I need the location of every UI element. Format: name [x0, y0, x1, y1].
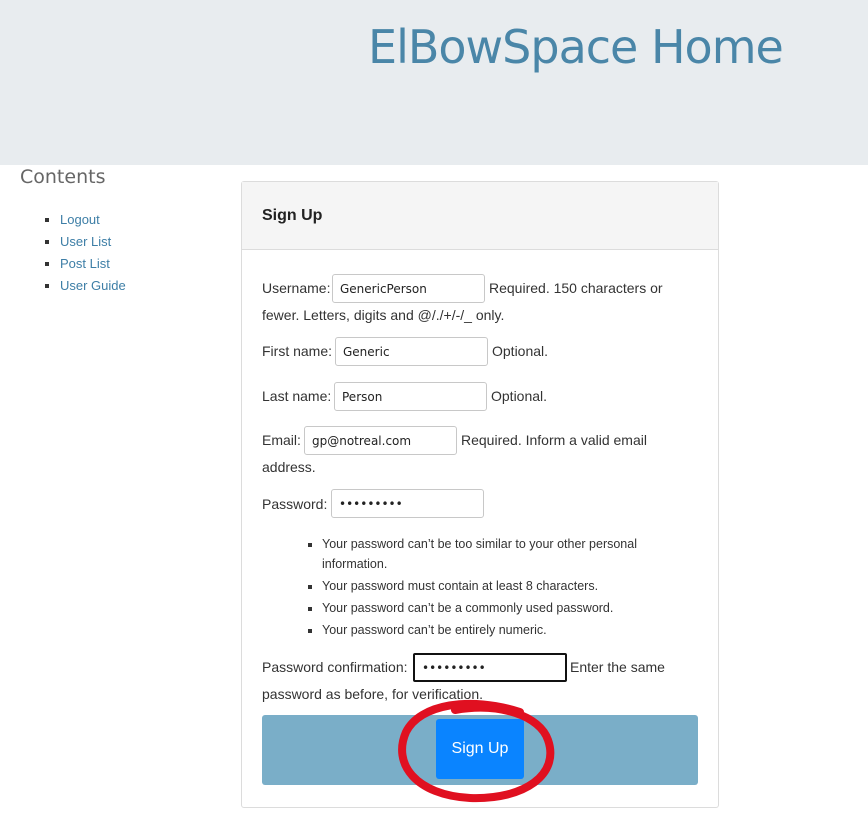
email-label: Email: — [262, 432, 301, 448]
site-title: ElBowSpace Home — [368, 20, 784, 74]
sidebar-item-logout: Logout — [60, 209, 126, 231]
sidebar-item-user-guide: User Guide — [60, 275, 126, 297]
last-name-field[interactable] — [334, 382, 487, 411]
sidebar-links: Logout User List Post List User Guide — [40, 209, 126, 297]
sign-up-button[interactable]: Sign Up — [436, 719, 524, 779]
last-name-label: Last name: — [262, 388, 332, 404]
password-confirmation-help-line1: Enter the same — [570, 659, 665, 675]
logout-link[interactable]: Logout — [60, 212, 100, 227]
password-confirmation-label: Password confirmation: — [262, 659, 408, 675]
username-help-line2: fewer. Letters, digits and @/./+/-/_ onl… — [262, 307, 505, 323]
user-guide-link[interactable]: User Guide — [60, 278, 126, 293]
password-confirmation-help-line2: password as before, for verification. — [262, 686, 483, 702]
first-name-field[interactable] — [335, 337, 488, 366]
username-help-line1: Required. 150 characters or — [489, 280, 663, 296]
password-rule: Your password must contain at least 8 ch… — [322, 576, 702, 596]
card-header: Sign Up — [242, 182, 718, 250]
first-name-help: Optional. — [492, 343, 549, 359]
email-field[interactable] — [304, 426, 457, 455]
password-confirmation-field[interactable] — [413, 653, 567, 682]
password-rule: Your password can’t be too similar to yo… — [322, 534, 702, 574]
card-title: Sign Up — [262, 206, 323, 224]
email-help-line2: address. — [262, 459, 316, 475]
sidebar-item-post-list: Post List — [60, 253, 126, 275]
post-list-link[interactable]: Post List — [60, 256, 110, 271]
first-name-label: First name: — [262, 343, 333, 359]
sidebar-title: Contents — [20, 166, 106, 188]
last-name-help: Optional. — [491, 388, 548, 404]
password-rule: Your password can’t be entirely numeric. — [322, 620, 702, 640]
password-rules: Your password can’t be too similar to yo… — [302, 534, 702, 642]
signup-card: Sign Up Username: Required. 150 characte… — [241, 181, 719, 808]
password-label: Password: — [262, 496, 328, 512]
email-help-line1: Required. Inform a valid email — [461, 432, 647, 448]
username-label: Username: — [262, 280, 331, 296]
sidebar-item-user-list: User List — [60, 231, 126, 253]
username-field[interactable] — [332, 274, 485, 303]
password-field[interactable] — [331, 489, 484, 518]
submit-bar: Sign Up — [262, 715, 698, 785]
password-rule: Your password can’t be a commonly used p… — [322, 598, 702, 618]
user-list-link[interactable]: User List — [60, 234, 111, 249]
page-header: ElBowSpace Home — [0, 0, 868, 165]
